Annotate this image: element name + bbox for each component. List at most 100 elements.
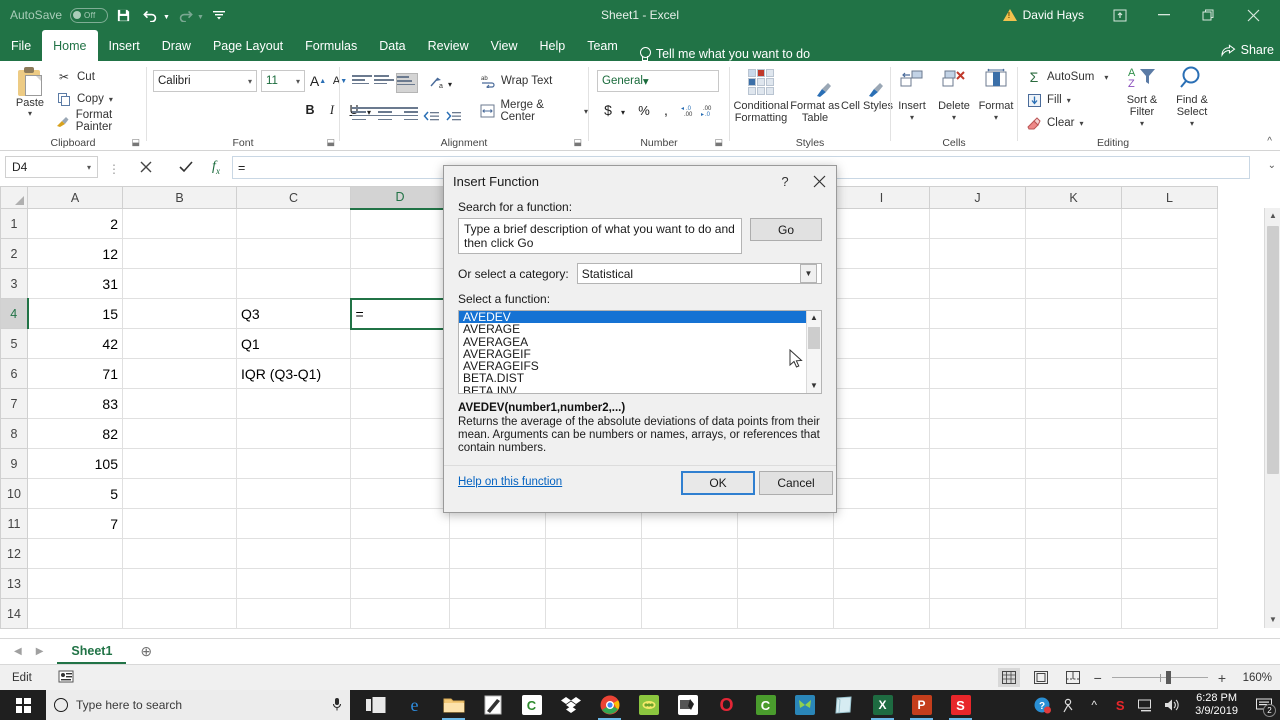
ribbon-display-options-icon[interactable] (1098, 0, 1142, 30)
sort-filter-button[interactable]: AZ Sort & Filter ▾ (1116, 65, 1168, 130)
cell-d5[interactable] (350, 328, 450, 359)
cell-l12[interactable] (1121, 538, 1218, 569)
row-header-11[interactable]: 11 (0, 508, 28, 539)
cell-k12[interactable] (1025, 538, 1122, 569)
cell-c11[interactable] (236, 508, 351, 539)
percent-format-icon[interactable]: % (633, 99, 655, 121)
cell-c8[interactable] (236, 418, 351, 449)
cell-d3[interactable] (350, 268, 450, 299)
cell-k4[interactable] (1025, 298, 1122, 329)
collapse-ribbon-icon[interactable]: ^ (1267, 136, 1272, 147)
account-chip[interactable]: David Hays (1002, 8, 1084, 22)
font-size-input[interactable]: 11 ▾ (261, 70, 305, 92)
row-header-1[interactable]: 1 (0, 208, 28, 239)
cell-d12[interactable] (350, 538, 450, 569)
cell-b3[interactable] (122, 268, 237, 299)
cell-c14[interactable] (236, 598, 351, 629)
column-header-i[interactable]: I (833, 186, 930, 209)
zoom-in-button[interactable]: + (1218, 670, 1226, 686)
cell-b14[interactable] (122, 598, 237, 629)
normal-view-icon[interactable] (997, 668, 1020, 687)
cell-a7[interactable]: 83 (27, 388, 123, 419)
cell-j8[interactable] (929, 418, 1026, 449)
copy-dropdown-icon[interactable]: ▾ (109, 95, 113, 104)
cell-k6[interactable] (1025, 358, 1122, 389)
cell-e12[interactable] (449, 538, 546, 569)
cell-i4[interactable] (833, 298, 930, 329)
cell-b2[interactable] (122, 238, 237, 269)
cell-c7[interactable] (236, 388, 351, 419)
cell-e11[interactable] (449, 508, 546, 539)
tab-home[interactable]: Home (42, 30, 98, 61)
autosave-toggle[interactable]: Off (70, 7, 109, 23)
align-center-icon[interactable] (374, 105, 396, 125)
increase-font-size-icon[interactable]: A ▲ (307, 70, 329, 92)
category-select[interactable]: Statistical ▼ (576, 263, 822, 284)
function-listbox[interactable]: AVEDEV AVERAGE AVERAGEA AVERAGEIF AVERAG… (458, 310, 822, 394)
delete-cells-button[interactable]: Delete ▾ (933, 67, 975, 124)
cell-d14[interactable] (350, 598, 450, 629)
cell-l11[interactable] (1121, 508, 1218, 539)
cell-j1[interactable] (929, 208, 1026, 239)
cell-d11[interactable] (350, 508, 450, 539)
network-icon[interactable] (1133, 690, 1159, 720)
cell-j2[interactable] (929, 238, 1026, 269)
blackboard-icon[interactable] (668, 690, 707, 720)
tab-data[interactable]: Data (368, 30, 416, 61)
number-format-select[interactable]: General ▾ (597, 70, 719, 92)
save-icon[interactable] (110, 2, 136, 28)
cell-l3[interactable] (1121, 268, 1218, 299)
name-box[interactable]: D4 ▾ (5, 156, 98, 178)
cell-k14[interactable] (1025, 598, 1122, 629)
cut-button[interactable]: ✂ Cut (56, 67, 95, 87)
snagit-tray-icon[interactable]: S (1107, 690, 1133, 720)
list-item[interactable]: AVERAGE (459, 323, 806, 336)
row-header-10[interactable]: 10 (0, 478, 28, 509)
row-header-7[interactable]: 7 (0, 388, 28, 419)
zoom-level-label[interactable]: 160% (1236, 672, 1272, 684)
cell-i14[interactable] (833, 598, 930, 629)
cell-i3[interactable] (833, 268, 930, 299)
cell-l2[interactable] (1121, 238, 1218, 269)
ok-button[interactable]: OK (681, 471, 755, 495)
volume-icon[interactable] (1159, 690, 1185, 720)
camtasia-icon[interactable]: C (512, 690, 551, 720)
page-break-preview-icon[interactable] (1062, 668, 1084, 687)
tab-file[interactable]: File (0, 30, 42, 61)
cell-i10[interactable] (833, 478, 930, 509)
column-header-l[interactable]: L (1121, 186, 1218, 209)
cell-a3[interactable]: 31 (27, 268, 123, 299)
decrease-indent-icon[interactable] (420, 105, 442, 127)
list-scroll-thumb[interactable] (808, 327, 820, 349)
share-button[interactable]: Share (1221, 43, 1274, 57)
cell-k8[interactable] (1025, 418, 1122, 449)
powerpoint-icon[interactable]: P (902, 690, 941, 720)
font-dialog-launcher-icon[interactable]: ⬓ (326, 137, 335, 148)
align-right-icon[interactable] (396, 105, 418, 125)
cell-c2[interactable] (236, 238, 351, 269)
notes-app-icon[interactable] (824, 690, 863, 720)
row-header-4[interactable]: 4 (0, 298, 29, 329)
merge-center-button[interactable]: Merge & Center ▾ (480, 99, 588, 123)
cell-f12[interactable] (545, 538, 642, 569)
cell-b8[interactable] (122, 418, 237, 449)
format-painter-button[interactable]: Format Painter (56, 109, 146, 133)
cell-i7[interactable] (833, 388, 930, 419)
butterfly-app-icon[interactable] (785, 690, 824, 720)
cell-b1[interactable] (122, 208, 237, 239)
fill-button[interactable]: Fill ▾ (1026, 92, 1071, 108)
clipboard-dialog-launcher-icon[interactable]: ⬓ (131, 137, 140, 148)
cell-c5[interactable]: Q1 (236, 328, 351, 359)
cell-b7[interactable] (122, 388, 237, 419)
cell-b9[interactable] (122, 448, 237, 479)
cell-k11[interactable] (1025, 508, 1122, 539)
font-name-input[interactable]: Calibri ▾ (153, 70, 257, 92)
cell-e13[interactable] (449, 568, 546, 599)
cell-d7[interactable] (350, 388, 450, 419)
zoom-slider[interactable] (1111, 671, 1208, 685)
file-explorer-icon[interactable] (434, 690, 473, 720)
customize-quick-access-icon[interactable] (206, 2, 232, 28)
font-name-dropdown-icon[interactable]: ▾ (248, 77, 252, 86)
number-dialog-launcher-icon[interactable]: ⬓ (714, 137, 723, 148)
scroll-up-icon[interactable]: ▲ (1265, 208, 1280, 224)
